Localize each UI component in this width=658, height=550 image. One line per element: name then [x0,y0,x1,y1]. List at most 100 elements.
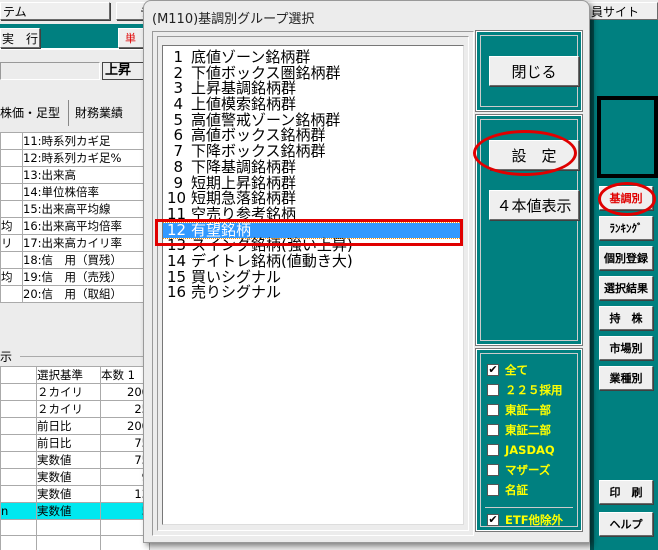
list-frame: 1 底値ゾーン銘柄群 2 下値ボックス圏銘柄群 3 上昇基調銘柄群 4 上値模索銘柄群 5 高値警… [152,31,474,536]
parameter-row[interactable]: 均 19:信 用（売残） [0,268,150,286]
market-filter-checkbox[interactable]: マザーズ [487,462,550,478]
market-filter-checkbox[interactable]: ２２５採用 [487,382,563,398]
market-filter-checkbox[interactable]: JASDAQ [487,442,555,458]
side-button[interactable]: 個別登録 [599,246,653,270]
selection-table-row[interactable] [0,535,150,550]
checkbox-box[interactable] [487,444,499,456]
parameter-name-cell: 17:出来高カイリ率 [22,234,150,252]
column-header[interactable] [0,366,37,384]
column-header-criteria[interactable]: 選択基準 [36,366,101,384]
group-list[interactable]: 1 底値ゾーン銘柄群 2 下値ボックス圏銘柄群 3 上昇基調銘柄群 4 上値模索銘柄群 5 高値警… [162,45,464,525]
tab-bar: 株価・足型 財務業績 [0,100,137,126]
selection-table-row[interactable] [0,519,150,536]
cell-criteria: ２カイリ [36,400,101,418]
etf-exclude-checkbox[interactable]: ✔ ETF他除外 [487,512,563,528]
selection-table-row[interactable]: 実数値9 [0,468,150,486]
four-values-button[interactable]: ４本値表示 [489,190,579,220]
execute-button[interactable]: 実 行 [0,28,40,48]
side-button[interactable]: 選択結果 [599,276,653,300]
side-button[interactable]: ヘルプ [599,512,653,536]
checkbox-box[interactable] [487,484,499,496]
selection-table-row[interactable]: ２カイリ 25 [0,400,150,418]
selection-table-row[interactable]: 前日比 75 [0,434,150,452]
cell-criteria: 前日比 [36,434,101,452]
market-filter-checkbox[interactable]: 東証二部 [487,422,551,438]
menu-button-system[interactable]: テム [0,2,110,20]
parameter-row[interactable]: リ 17:出来高カイリ率 [0,234,150,252]
cell-criteria: ２カイリ [36,383,101,401]
selection-table-header: 選択基準 本数 1 [0,366,150,384]
cell-criteria: 実数値 [36,485,101,503]
selection-table-row[interactable]: 実数値 13 [0,485,150,503]
checkbox-label: 名証 [505,483,528,497]
market-filter-panel: ✔ 全て ２２５採用東証一部東証二部 JASDAQ マザーズ名証 ✔ ETF他除外 [475,348,583,532]
parameter-row[interactable]: 14:単位株倍率 [0,183,150,201]
parameter-name-cell: 15:出来高平均線 [22,200,150,218]
group-number: 16 [167,283,187,302]
checkbox-box[interactable] [487,384,499,396]
parameter-left-cell [0,200,23,218]
parameter-name-cell: 16:出来高平均倍率 [22,217,150,235]
cell-name [0,468,37,486]
parameter-name-cell: 13:出来高 [22,166,150,184]
cell-name [0,383,37,401]
stock-input[interactable] [0,62,100,80]
list-frame-inner: 1 底値ゾーン銘柄群 2 下値ボックス圏銘柄群 3 上昇基調銘柄群 4 上値模索銘柄群 5 高値警… [157,36,469,531]
selection-table-row[interactable]: n実数値5 [0,502,150,520]
set-button[interactable]: 設 定 [489,140,579,170]
checkbox-box[interactable] [487,404,499,416]
tab-price-pattern[interactable]: 株価・足型 [0,100,70,126]
side-button[interactable]: 市場別 [599,336,653,360]
parameter-left-cell [0,132,23,150]
checkbox-label: マザーズ [505,463,551,477]
parameter-row[interactable]: 12:時系列カギ足% [0,149,150,167]
cell-criteria: 前日比 [36,417,101,435]
parameter-name-cell: 14:単位株倍率 [22,183,150,201]
side-button[interactable]: 持 株 [599,306,653,330]
cell-name [0,400,37,418]
checkbox-label: ２２５採用 [505,383,563,397]
group-select-dialog: (M110)基調別グループ選択 1 底値ゾーン銘柄群 2 下値ボックス圏銘柄群 3 上昇基… [143,0,590,543]
cell-criteria: 実数値 [36,451,101,469]
cell-name [0,519,37,536]
close-button[interactable]: 閉じる [489,56,579,86]
side-button[interactable]: 印 刷 [599,480,653,504]
parameter-name-cell: 12:時系列カギ足% [22,149,150,167]
checkbox-label: 全て [505,363,528,377]
side-button[interactable]: ﾗﾝｷﾝｸﾞ [599,216,653,240]
market-filter-checkbox[interactable]: 名証 [487,482,528,498]
checkbox-label: JASDAQ [505,443,555,457]
menu-button-member-site[interactable]: 員サイト [588,2,658,20]
parameter-left-cell [0,149,23,167]
side-button[interactable]: 基調別 [599,186,653,210]
parameter-name-cell: 11:時系列カギ足 [22,132,150,150]
parameter-row[interactable]: 13:出来高 [0,166,150,184]
parameter-row[interactable]: 20:信 用（取組） [0,285,150,303]
tab-financials[interactable]: 財務業績 [75,100,131,126]
parameter-row[interactable]: 均 16:出来高平均倍率 [0,217,150,235]
parameter-row[interactable]: 11:時系列カギ足 [0,132,150,150]
cell-name [0,451,37,469]
cell-name [0,485,37,503]
selection-table-row[interactable]: 前日比 200 [0,417,150,435]
checkbox-box[interactable] [487,464,499,476]
selection-table-row[interactable]: 実数値 75 [0,451,150,469]
filter-divider [485,507,573,508]
side-button[interactable]: 業種別 [599,366,653,390]
parameter-table: 11:時系列カギ足 12:時系列カギ足% 13:出来高 14:単位株倍率 15:出来高平… [0,132,150,303]
parameter-left-cell [0,183,23,201]
checkbox-box[interactable] [487,424,499,436]
parameter-name-cell: 20:信 用（取組） [22,285,150,303]
parameter-row[interactable]: 18:信 用（買残） [0,251,150,269]
cell-name [0,535,37,550]
checkbox-box[interactable]: ✔ [487,514,499,526]
checkbox-label: 東証一部 [505,403,551,417]
cell-name: n [0,502,37,520]
parameter-row[interactable]: 15:出来高平均線 [0,200,150,218]
actions-panel: 設 定 ４本値表示 [475,114,583,346]
checkbox-box[interactable]: ✔ [487,364,499,376]
market-filter-checkbox[interactable]: ✔ 全て [487,362,528,378]
market-filter-checkbox[interactable]: 東証一部 [487,402,551,418]
group-list-item[interactable]: 16 売りシグナル [163,285,463,301]
selection-table-row[interactable]: ２カイリ 200 [0,383,150,401]
